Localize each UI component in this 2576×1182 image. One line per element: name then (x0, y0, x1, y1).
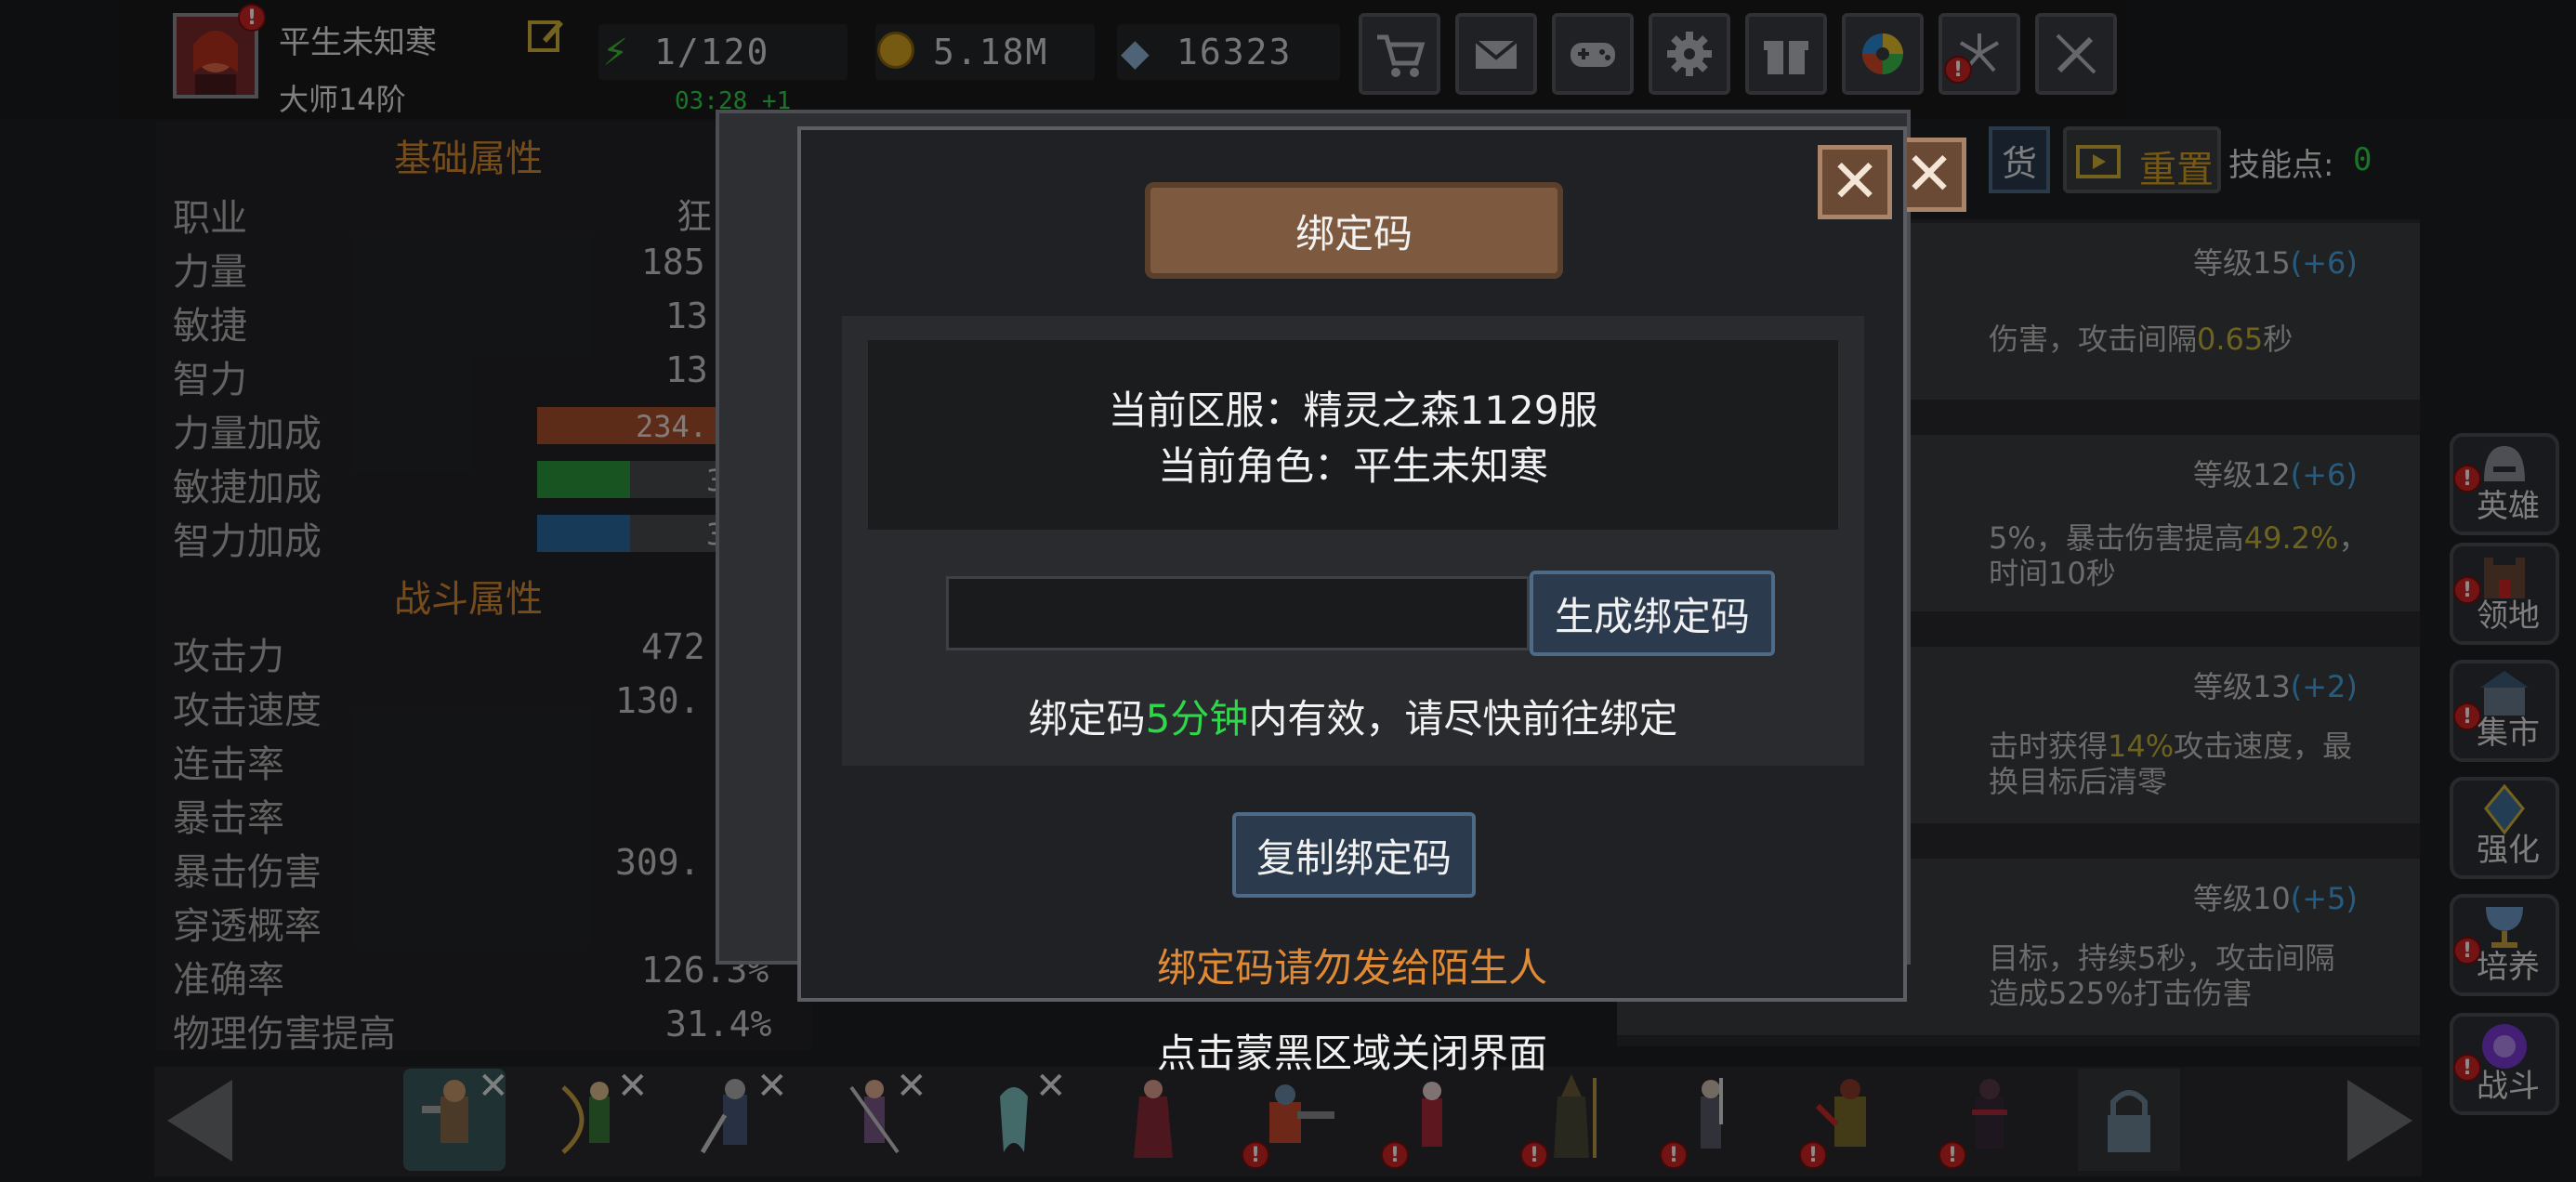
bind-code-input[interactable] (946, 576, 1530, 650)
dialog-title: 绑定码 (1295, 210, 1413, 256)
generate-button-label: 生成绑定码 (1554, 593, 1750, 639)
server-info-text: 当前区服：精灵之森1129服 (1108, 387, 1598, 433)
security-warning-text: 绑定码请勿发给陌生人 (1156, 945, 1547, 991)
copy-button-label: 复制绑定码 (1255, 834, 1452, 881)
role-info-text: 当前角色：平生未知寒 (1157, 443, 1548, 489)
validity-suffix: 内有效，请尽快前往绑定 (1248, 696, 1678, 742)
close-hint-text: 点击蒙黑区域关闭界面 (1156, 1031, 1547, 1076)
dialog-title-banner: 绑定码 (1145, 182, 1563, 279)
validity-notice: 绑定码5分钟内有效，请尽快前往绑定 (842, 688, 1864, 744)
copy-bind-code-button[interactable]: 复制绑定码 (1232, 812, 1476, 898)
validity-duration: 5分钟 (1145, 696, 1249, 742)
close-x-icon: ✕ (1830, 148, 1880, 217)
dialog-close-button[interactable]: ✕ (1818, 145, 1892, 219)
generate-bind-code-button[interactable]: 生成绑定码 (1530, 571, 1775, 656)
validity-prefix: 绑定码 (1028, 696, 1146, 742)
